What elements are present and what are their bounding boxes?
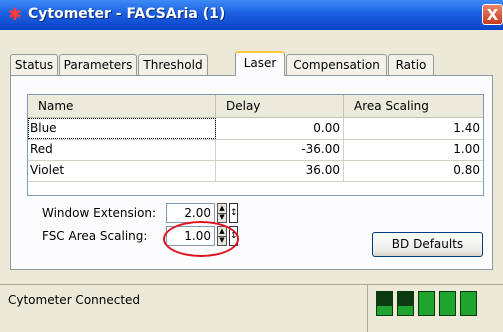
- fsc-area-scaling-spinner[interactable]: ▲ ▼: [217, 226, 227, 246]
- fsc-area-scaling-label: FSC Area Scaling:: [42, 229, 148, 243]
- area-scaling-cell[interactable]: 0.80: [344, 160, 483, 181]
- table-header: Name Delay Area Scaling: [28, 95, 483, 118]
- tab-compensation[interactable]: Compensation: [286, 54, 387, 75]
- area-scaling-cell[interactable]: 1.40: [344, 118, 483, 139]
- arrow-updown-icon: ↕: [230, 231, 238, 241]
- window-extension-spinner[interactable]: ▲ ▼: [217, 203, 227, 223]
- arrow-updown-icon: ↕: [230, 208, 238, 218]
- fsc-area-scaling-stepper[interactable]: ↕: [229, 226, 238, 246]
- status-divider: [367, 285, 368, 332]
- bd-defaults-button[interactable]: BD Defaults: [372, 232, 483, 257]
- close-button[interactable]: X: [482, 4, 503, 25]
- spin-down-icon[interactable]: ▼: [218, 213, 226, 222]
- indicator-led: [397, 291, 414, 316]
- tab-ratio[interactable]: Ratio: [388, 54, 434, 75]
- laser-name-cell[interactable]: Red: [28, 139, 216, 160]
- column-header-name[interactable]: Name: [28, 95, 216, 117]
- tab-threshold[interactable]: Threshold: [138, 54, 208, 75]
- delay-cell[interactable]: 36.00: [216, 160, 344, 181]
- indicator-led: [418, 291, 435, 316]
- column-header-area-scaling[interactable]: Area Scaling: [344, 95, 483, 117]
- window-title: Cytometer - FACSAria (1): [28, 6, 226, 22]
- indicator-led: [439, 291, 456, 316]
- window-extension-input[interactable]: 2.00: [166, 203, 215, 223]
- laser-table: Name Delay Area Scaling Blue 0.00 1.40 R…: [27, 94, 484, 196]
- connection-status: Cytometer Connected: [8, 293, 141, 307]
- tab-parameters[interactable]: Parameters: [59, 54, 137, 75]
- laser-name-cell[interactable]: Violet: [28, 160, 216, 181]
- tab-laser[interactable]: Laser: [235, 51, 285, 76]
- column-header-delay[interactable]: Delay: [216, 95, 344, 117]
- status-bar: Cytometer Connected: [0, 284, 503, 332]
- delay-cell[interactable]: 0.00: [216, 118, 344, 139]
- indicator-led: [460, 291, 477, 316]
- window-extension-label: Window Extension:: [42, 206, 157, 220]
- table-row[interactable]: Violet 36.00 0.80: [28, 160, 483, 182]
- fsc-area-scaling-input[interactable]: 1.00: [166, 226, 215, 246]
- delay-cell[interactable]: -36.00: [216, 139, 344, 160]
- area-scaling-cell[interactable]: 1.00: [344, 139, 483, 160]
- table-row[interactable]: Red -36.00 1.00: [28, 139, 483, 161]
- asterisk-icon: ✱: [7, 5, 23, 25]
- title-bar[interactable]: ✱ Cytometer - FACSAria (1) X: [0, 0, 503, 30]
- table-row[interactable]: Blue 0.00 1.40: [28, 118, 483, 140]
- indicator-led: [376, 291, 393, 316]
- laser-name-cell[interactable]: Blue: [28, 118, 216, 139]
- tab-status[interactable]: Status: [10, 54, 58, 75]
- window-extension-stepper[interactable]: ↕: [229, 203, 238, 223]
- spin-down-icon[interactable]: ▼: [218, 236, 226, 245]
